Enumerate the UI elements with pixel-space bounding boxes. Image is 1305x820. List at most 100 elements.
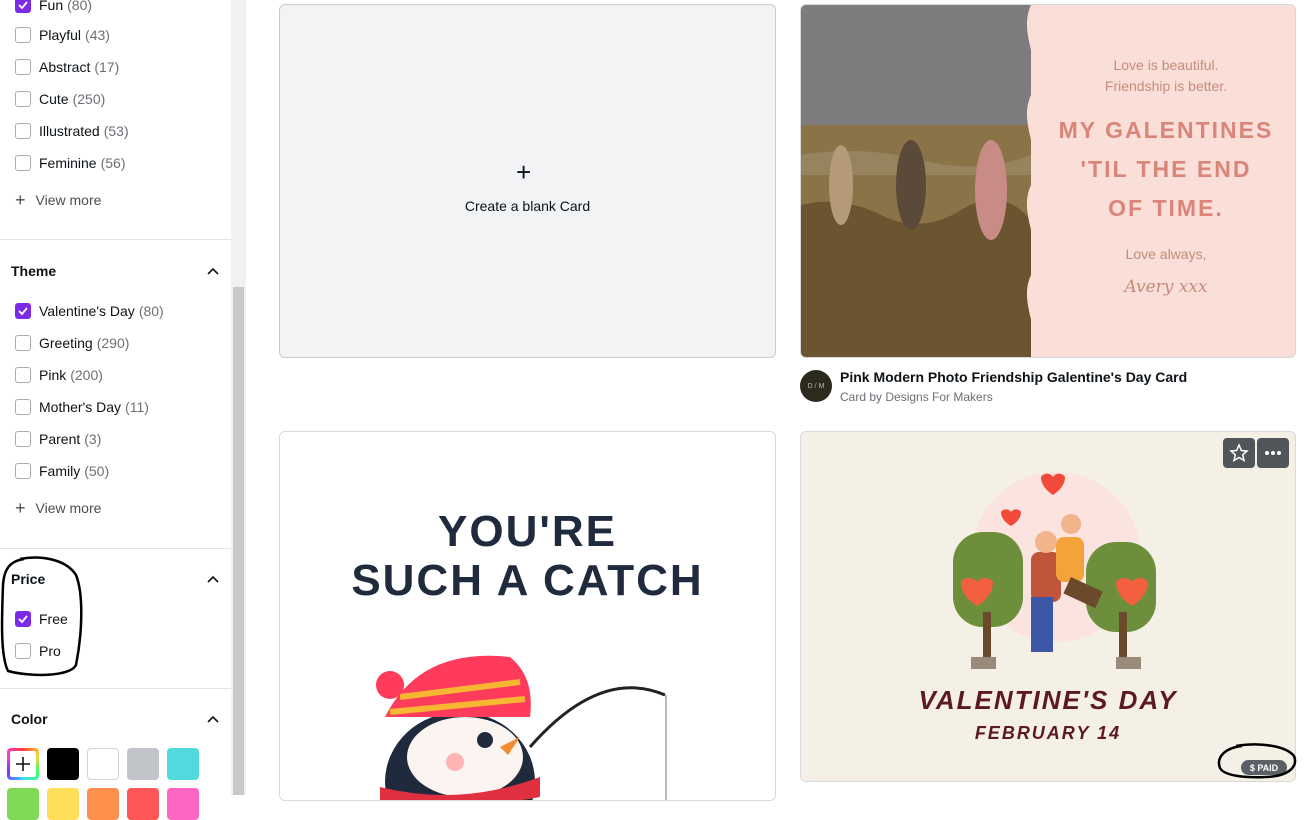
template-card-galentine[interactable]: Love is beautiful. Friendship is better.… — [800, 4, 1296, 358]
color-swatch-black[interactable] — [47, 748, 79, 780]
filter-option-parent[interactable]: Parent (3) — [15, 429, 101, 449]
filter-option-abstract[interactable]: Abstract (17) — [15, 57, 119, 77]
filter-option-cute[interactable]: Cute (250) — [15, 89, 105, 109]
filter-option-illustrated[interactable]: Illustrated (53) — [15, 121, 129, 141]
filter-option-feminine[interactable]: Feminine (56) — [15, 153, 126, 173]
view-more-label: View more — [35, 500, 102, 516]
template-card-valentines-day[interactable]: VALENTINE'S DAY FEBRUARY 14 — [800, 431, 1296, 782]
filter-option-playful[interactable]: Playful (43) — [15, 25, 110, 45]
divider — [0, 239, 231, 240]
filter-option-fun[interactable]: Fun (80) — [15, 0, 92, 15]
create-blank-card[interactable]: + Create a blank Card — [279, 4, 776, 358]
template-card-catch[interactable]: YOU'RE SUCH A CATCH — [279, 431, 776, 801]
template-headline: 'TIL THE END — [1080, 156, 1252, 182]
style-view-more-button[interactable]: + View more — [15, 190, 101, 210]
filter-option-label: Mother's Day — [39, 399, 122, 415]
filter-option-free[interactable]: Free — [15, 609, 68, 629]
color-swatch-pink[interactable] — [167, 788, 199, 820]
color-section-header[interactable]: Color — [11, 709, 221, 729]
filter-option-label: Family — [39, 463, 81, 479]
sidebar-scrollbar-thumb[interactable] — [233, 287, 244, 795]
filter-option-count: (290) — [96, 335, 130, 351]
color-swatch-green[interactable] — [7, 788, 39, 820]
more-options-button[interactable] — [1257, 438, 1289, 468]
filter-option-label: Free — [39, 611, 68, 627]
section-title: Color — [11, 711, 48, 727]
theme-view-more-button[interactable]: + View more — [15, 498, 101, 518]
template-text: Love always, — [1125, 246, 1207, 262]
checkbox[interactable] — [15, 431, 31, 447]
filter-option-count: (80) — [67, 0, 93, 13]
color-swatch-turquoise[interactable] — [167, 748, 199, 780]
filter-option-label: Valentine's Day — [39, 303, 135, 319]
checkbox[interactable] — [15, 399, 31, 415]
filter-sidebar: Fun (80) Playful (43) Abstract (17) Cute (25… — [0, 0, 231, 820]
filter-option-count: (56) — [100, 155, 126, 171]
ellipsis-icon — [1265, 451, 1281, 455]
price-section-header[interactable]: Price — [11, 569, 221, 589]
checkbox[interactable] — [15, 123, 31, 139]
section-title: Theme — [11, 263, 57, 279]
filter-option-valentines-day[interactable]: Valentine's Day (80) — [15, 301, 164, 321]
checkbox-checked[interactable] — [15, 303, 31, 319]
checkbox-checked[interactable] — [15, 0, 31, 13]
plus-icon: + — [15, 498, 26, 518]
divider — [0, 548, 231, 549]
filter-option-label: Fun — [39, 0, 64, 13]
color-swatch-gray[interactable] — [127, 748, 159, 780]
color-swatch-yellow[interactable] — [47, 788, 79, 820]
checkbox[interactable] — [15, 59, 31, 75]
custom-color-swatch[interactable] — [7, 748, 39, 780]
checkbox[interactable] — [15, 463, 31, 479]
checkbox[interactable] — [15, 335, 31, 351]
plus-icon: + — [516, 157, 532, 187]
chevron-up-icon[interactable] — [205, 263, 221, 279]
filter-option-family[interactable]: Family (50) — [15, 461, 109, 481]
theme-section-header[interactable]: Theme — [11, 261, 221, 281]
filter-option-pink[interactable]: Pink (200) — [15, 365, 103, 385]
divider — [0, 688, 231, 689]
template-creator[interactable]: Card by Designs For Makers — [840, 390, 993, 404]
color-swatch-white[interactable] — [87, 748, 119, 780]
checkbox-checked[interactable] — [15, 611, 31, 627]
template-title[interactable]: Pink Modern Photo Friendship Galentine's… — [840, 369, 1187, 385]
filter-option-greeting[interactable]: Greeting (290) — [15, 333, 129, 353]
template-headline: MY GALENTINES — [1058, 117, 1274, 143]
filter-option-count: (200) — [70, 367, 103, 383]
star-icon — [1229, 443, 1249, 463]
filter-option-label: Pro — [39, 643, 61, 659]
filter-option-count: (17) — [94, 59, 120, 75]
filter-option-count: (53) — [103, 123, 129, 139]
checkbox[interactable] — [15, 91, 31, 107]
checkbox[interactable] — [15, 367, 31, 383]
checkbox[interactable] — [15, 643, 31, 659]
create-blank-label: Create a blank Card — [464, 198, 591, 214]
filter-option-label: Feminine — [39, 155, 97, 171]
checkbox[interactable] — [15, 155, 31, 171]
paid-badge: $ PAID — [1241, 760, 1287, 775]
filter-option-label: Illustrated — [39, 123, 100, 139]
avatar[interactable]: D / M — [800, 370, 832, 402]
template-signature: Avery xxx — [1124, 277, 1208, 297]
filter-option-label: Abstract — [39, 59, 91, 75]
plus-icon — [10, 751, 36, 777]
filter-option-count: (3) — [84, 431, 102, 447]
color-swatch-orange[interactable] — [87, 788, 119, 820]
template-date: FEBRUARY 14 — [974, 723, 1122, 743]
checkbox[interactable] — [15, 27, 31, 43]
chevron-up-icon[interactable] — [205, 711, 221, 727]
color-swatch-red[interactable] — [127, 788, 159, 820]
template-meta[interactable]: D / M Pink Modern Photo Friendship Galen… — [800, 369, 1296, 409]
filter-option-label: Cute — [39, 91, 69, 107]
penguin-illustration — [376, 655, 667, 800]
filter-option-count: (50) — [84, 463, 110, 479]
chevron-up-icon[interactable] — [205, 571, 221, 587]
filter-option-count: (11) — [125, 399, 149, 415]
filter-option-count: (80) — [138, 303, 164, 319]
filter-option-label: Playful — [39, 27, 82, 43]
template-headline: YOU'RE — [438, 507, 617, 556]
filter-option-count: (43) — [85, 27, 110, 43]
filter-option-mothers-day[interactable]: Mother's Day (11) — [15, 397, 149, 417]
star-button[interactable] — [1223, 438, 1255, 468]
filter-option-pro[interactable]: Pro — [15, 641, 61, 661]
